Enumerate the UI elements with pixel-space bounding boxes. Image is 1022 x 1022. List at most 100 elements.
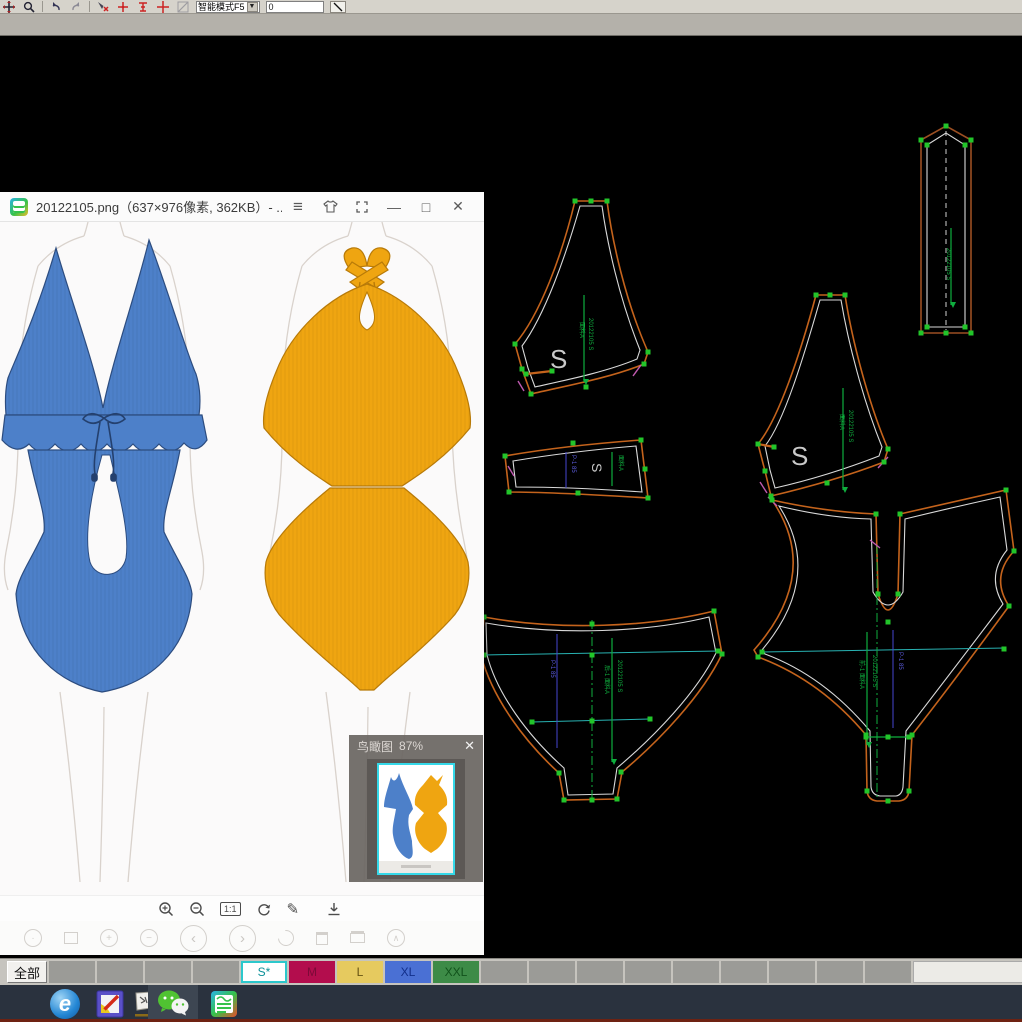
pattern-point[interactable]: [772, 445, 777, 450]
edit-pencil-icon[interactable]: ✎: [287, 900, 300, 918]
pattern-point[interactable]: [925, 325, 930, 330]
size-cell-empty[interactable]: [769, 961, 815, 983]
pattern-point[interactable]: [886, 799, 891, 804]
pattern-point[interactable]: [520, 367, 525, 372]
pattern-point[interactable]: [907, 735, 912, 740]
pattern-point[interactable]: [865, 789, 870, 794]
pattern-point[interactable]: [874, 512, 879, 517]
navigator-viewport[interactable]: [377, 763, 455, 875]
size-cell-empty[interactable]: [97, 961, 143, 983]
pattern-point[interactable]: [770, 498, 775, 503]
pattern-point[interactable]: [843, 293, 848, 298]
menu-icon[interactable]: ≡: [282, 192, 314, 222]
pattern-point[interactable]: [963, 325, 968, 330]
delete-icon[interactable]: [316, 932, 328, 945]
pattern-point[interactable]: [925, 143, 930, 148]
pattern-point[interactable]: [919, 331, 924, 336]
pattern-point[interactable]: [756, 655, 761, 660]
download-icon[interactable]: [326, 901, 342, 917]
browser-icon[interactable]: e: [50, 989, 80, 1019]
pattern-point[interactable]: [648, 717, 653, 722]
pattern-point[interactable]: [919, 138, 924, 143]
pattern-point[interactable]: [882, 460, 887, 465]
previous-image-button[interactable]: ‹: [180, 925, 207, 952]
size-cell-empty[interactable]: [721, 961, 767, 983]
pattern-point[interactable]: [756, 442, 761, 447]
size-cell-empty[interactable]: [673, 961, 719, 983]
wechat-active-tile[interactable]: [148, 985, 198, 1022]
size-cell-empty[interactable]: [193, 961, 239, 983]
pattern-point[interactable]: [590, 719, 595, 724]
pattern-piece-strap[interactable]: 20122105 S: [921, 126, 971, 333]
pattern-point[interactable]: [896, 592, 901, 597]
pattern-point[interactable]: [503, 454, 508, 459]
pattern-point[interactable]: [573, 199, 578, 204]
size-cell-empty[interactable]: [817, 961, 863, 983]
pattern-point[interactable]: [639, 438, 644, 443]
pattern-point[interactable]: [886, 447, 891, 452]
fullscreen-icon[interactable]: [346, 192, 378, 222]
viewer-image-area[interactable]: 鸟瞰图 87% ✕: [0, 222, 484, 895]
crop-icon[interactable]: [64, 932, 78, 944]
size-cell-L[interactable]: L: [337, 961, 383, 983]
pattern-point[interactable]: [1012, 549, 1017, 554]
history-icon[interactable]: ·: [24, 929, 42, 947]
rotate-secondary-icon[interactable]: [275, 927, 298, 950]
maximize-button[interactable]: □: [410, 192, 442, 222]
actual-size-icon[interactable]: 1:1: [220, 902, 241, 916]
zoom-in-secondary-icon[interactable]: +: [100, 929, 118, 947]
all-sizes-button[interactable]: 全部: [7, 961, 47, 983]
size-cell-empty[interactable]: [145, 961, 191, 983]
next-image-button[interactable]: ›: [229, 925, 256, 952]
pattern-point[interactable]: [716, 649, 721, 654]
pattern-point[interactable]: [963, 143, 968, 148]
pattern-point[interactable]: [646, 496, 651, 501]
size-cell-empty[interactable]: [529, 961, 575, 983]
pattern-piece-waistband[interactable]: P-1 85 S 面料A: [505, 440, 648, 498]
zoom-out-icon[interactable]: [189, 901, 205, 917]
pattern-piece-cup-right[interactable]: 20122105 S 面料A S: [758, 295, 888, 496]
cad-app-icon[interactable]: [96, 990, 124, 1018]
pattern-point[interactable]: [589, 199, 594, 204]
size-cell-XXL[interactable]: XXL: [433, 961, 479, 983]
zoom-out-secondary-icon[interactable]: −: [140, 929, 158, 947]
size-cell-empty[interactable]: [625, 961, 671, 983]
pattern-point[interactable]: [886, 620, 891, 625]
pattern-point[interactable]: [643, 467, 648, 472]
pattern-point[interactable]: [864, 735, 869, 740]
pattern-point[interactable]: [814, 293, 819, 298]
pattern-point[interactable]: [969, 331, 974, 336]
skin-theme-icon[interactable]: [314, 192, 346, 222]
pattern-point[interactable]: [590, 798, 595, 803]
pattern-point[interactable]: [712, 609, 717, 614]
pattern-point[interactable]: [944, 331, 949, 336]
pattern-point[interactable]: [571, 441, 576, 446]
size-cell-M[interactable]: M: [289, 961, 335, 983]
pattern-point[interactable]: [562, 798, 567, 803]
size-cell-empty[interactable]: [865, 961, 911, 983]
pattern-point[interactable]: [646, 350, 651, 355]
pattern-point[interactable]: [642, 362, 647, 367]
pattern-point[interactable]: [615, 797, 620, 802]
pattern-point[interactable]: [760, 650, 765, 655]
pattern-point[interactable]: [590, 653, 595, 658]
rotate-icon[interactable]: [256, 901, 272, 917]
pattern-point[interactable]: [524, 372, 529, 377]
pattern-point[interactable]: [907, 789, 912, 794]
print-icon[interactable]: [350, 933, 365, 943]
collapse-toolbar-icon[interactable]: ∧: [387, 929, 405, 947]
pattern-piece-cup-left[interactable]: 20122105 S 面料A S: [515, 201, 648, 394]
size-cell-S[interactable]: S*: [241, 961, 287, 983]
pattern-point[interactable]: [886, 735, 891, 740]
size-cell-empty[interactable]: [49, 961, 95, 983]
pattern-point[interactable]: [513, 342, 518, 347]
zoom-in-icon[interactable]: [158, 901, 174, 917]
pattern-piece-body-front[interactable]: 20122105 S 前-1 面料A P-1 85: [754, 490, 1014, 801]
pattern-point[interactable]: [876, 592, 881, 597]
pattern-point[interactable]: [529, 392, 534, 397]
pattern-point[interactable]: [763, 469, 768, 474]
pattern-point[interactable]: [557, 771, 562, 776]
close-button[interactable]: ✕: [442, 192, 474, 222]
pattern-point[interactable]: [619, 770, 624, 775]
pattern-point[interactable]: [530, 720, 535, 725]
